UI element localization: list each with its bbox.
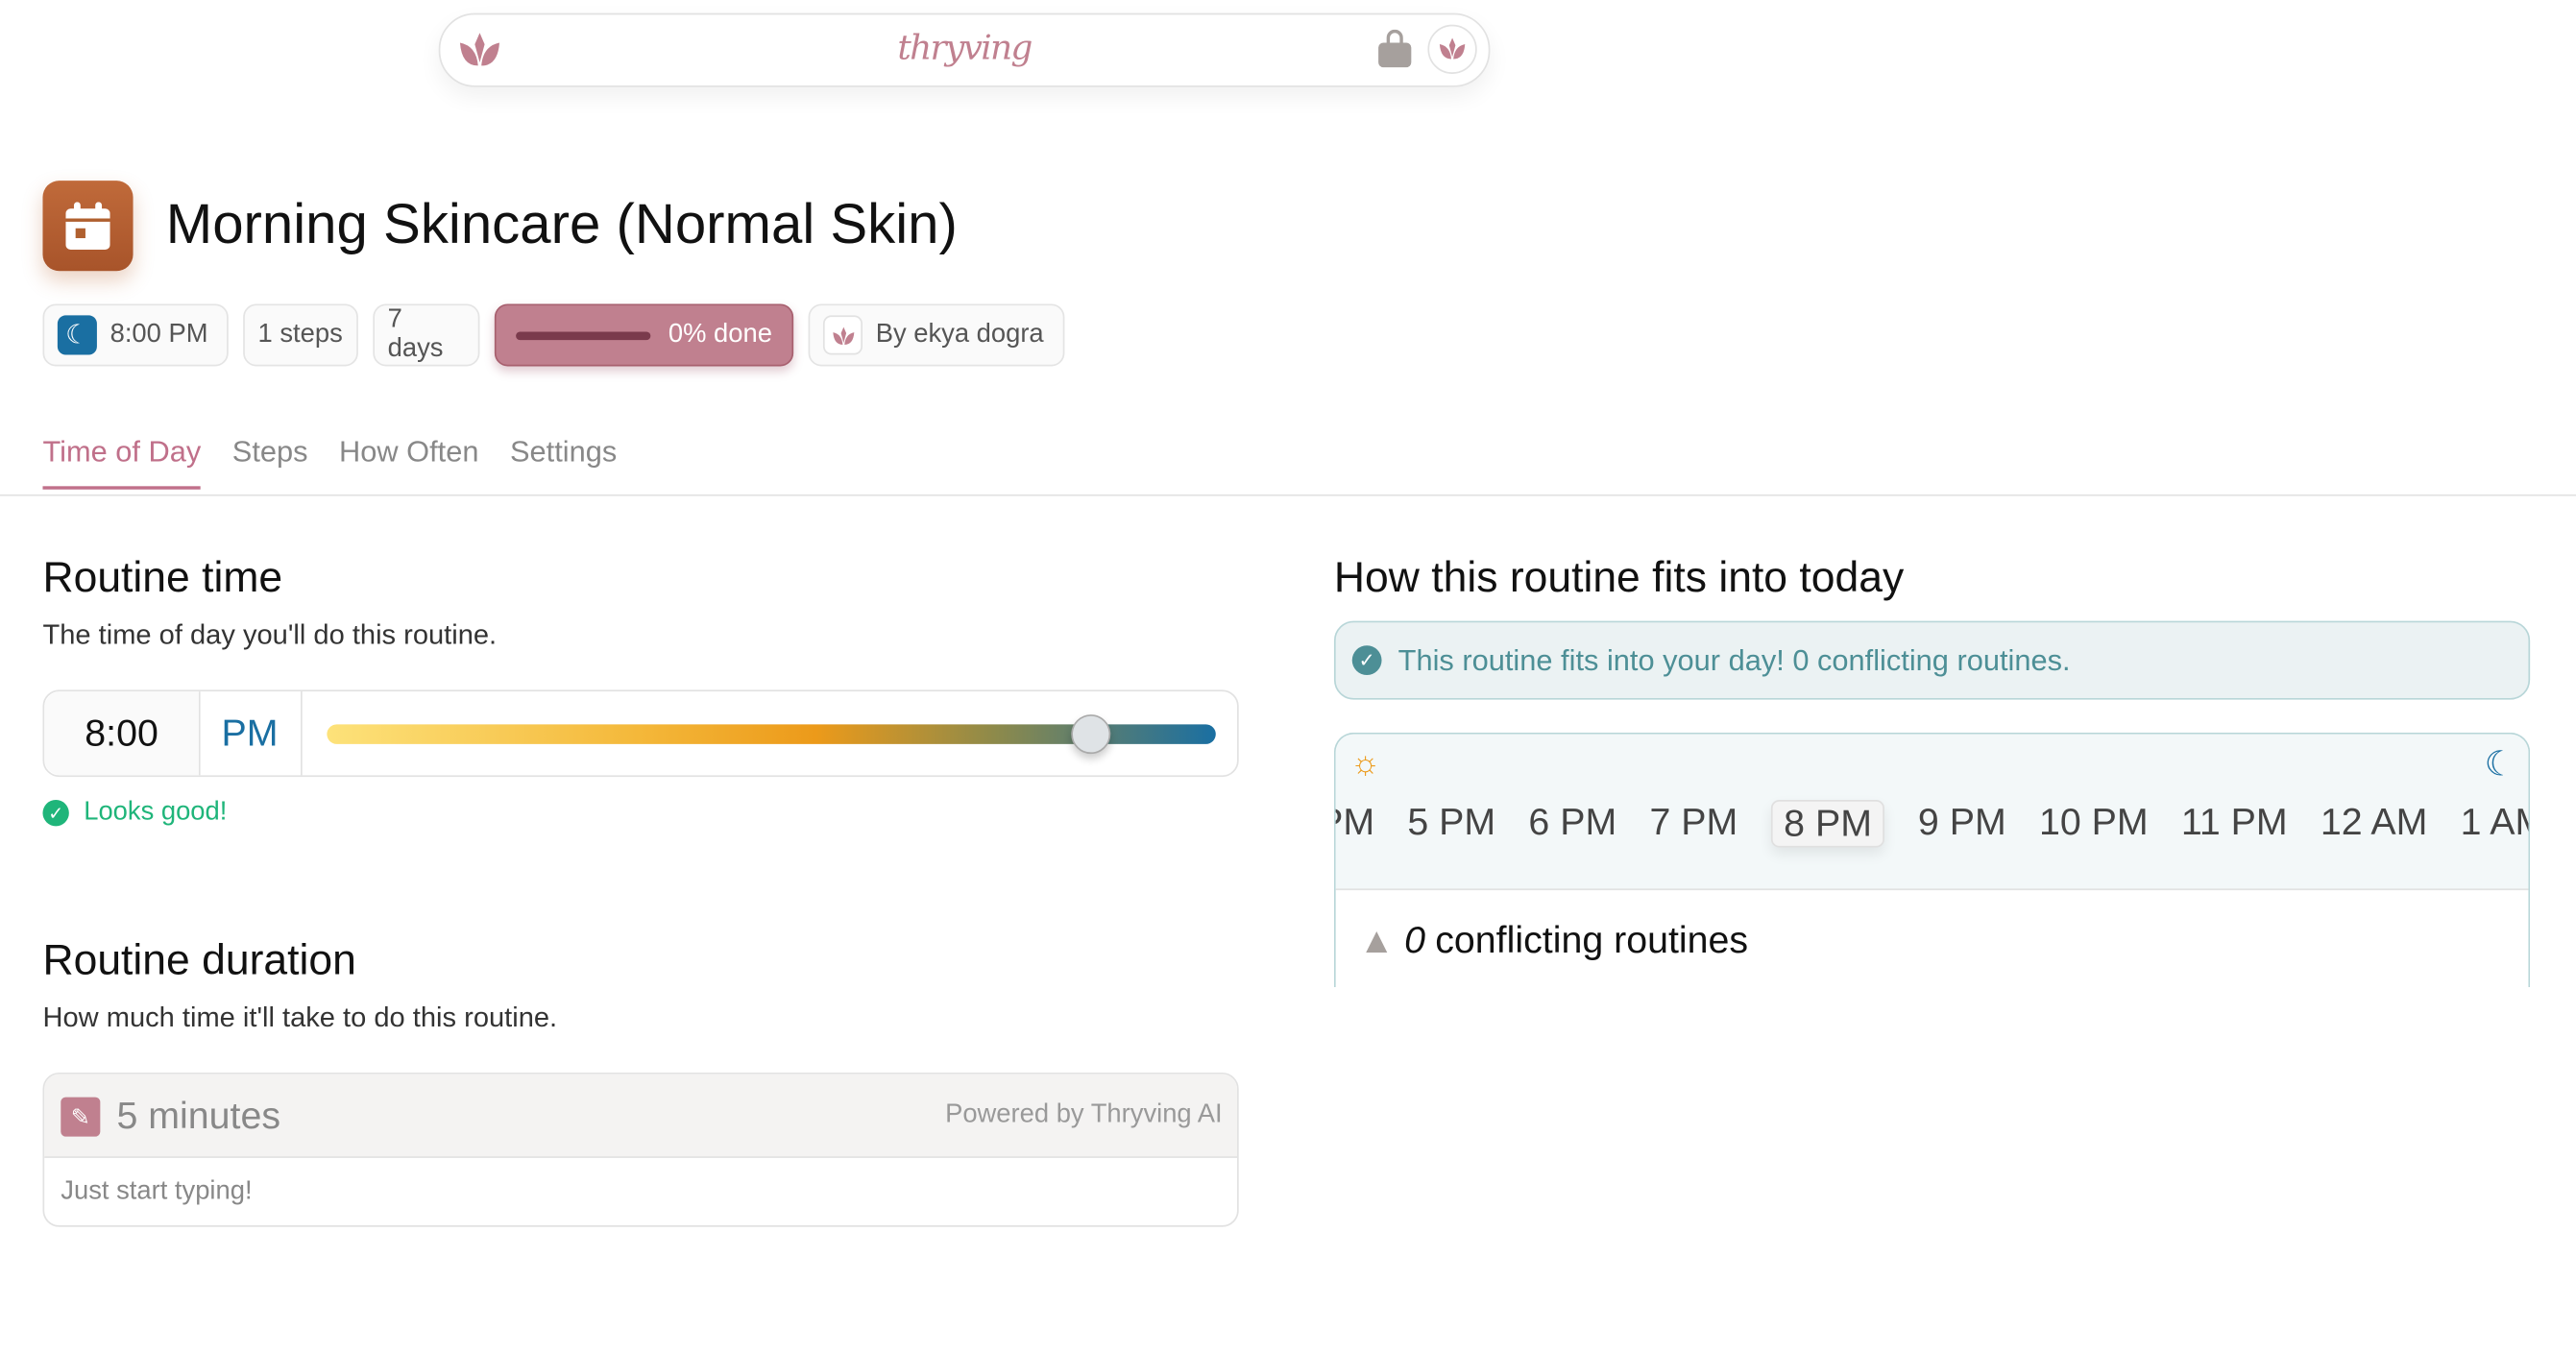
duration-header: ✎ 5 minutes Powered by Thryving AI: [44, 1074, 1238, 1158]
duration-value: 5 minutes: [116, 1094, 281, 1137]
tab-time-of-day[interactable]: Time of Day: [42, 435, 202, 490]
routine-time-heading: Routine time: [42, 551, 283, 602]
hour-label[interactable]: 1 AM: [2461, 800, 2529, 848]
calendar-icon: [65, 202, 110, 250]
sun-icon: ☼: [1350, 745, 1381, 783]
time-input[interactable]: 8:00: [44, 691, 201, 776]
conflicts-label: conflicting routines: [1435, 918, 1749, 961]
progress-label: 0% done: [668, 320, 772, 349]
routine-icon: [42, 181, 134, 272]
shopping-bag-icon[interactable]: [1376, 29, 1413, 69]
hour-label[interactable]: 5 PM: [1407, 800, 1495, 848]
time-status: ✓ Looks good!: [42, 798, 227, 828]
time-picker: 8:00 PM: [42, 689, 1239, 778]
slider-thumb[interactable]: [1070, 714, 1110, 755]
top-nav-bar: thryving: [438, 12, 1491, 87]
conflicts-count: 0: [1404, 918, 1425, 961]
fit-heading: How this routine fits into today: [1333, 551, 1905, 602]
avatar[interactable]: [1427, 24, 1477, 74]
progress-bar: [516, 330, 651, 340]
hour-label[interactable]: 7 PM: [1649, 800, 1738, 848]
warning-icon: ▲: [1358, 919, 1395, 960]
routine-duration-subtitle: How much time it'll take to do this rout…: [42, 1002, 558, 1033]
steps-pill-label: 1 steps: [257, 320, 343, 349]
hour-label[interactable]: 6 PM: [1528, 800, 1616, 848]
time-pill-label: 8:00 PM: [109, 320, 208, 349]
tab-bar: Time of Day Steps How Often Settings: [42, 435, 617, 490]
tab-steps[interactable]: Steps: [232, 435, 308, 489]
moon-icon: ☾: [57, 315, 97, 355]
lotus-icon: [1439, 37, 1466, 60]
author-label: By ekya dogra: [875, 320, 1044, 349]
check-circle-icon: ✓: [42, 800, 69, 827]
days-pill[interactable]: 7 days: [373, 303, 480, 367]
hour-label[interactable]: 11 PM: [2181, 800, 2288, 848]
progress-pill[interactable]: 0% done: [494, 303, 794, 367]
hour-label[interactable]: 10 PM: [2039, 800, 2149, 848]
hour-scroller[interactable]: 4 PM 5 PM 6 PM 7 PM 8 PM 9 PM 10 PM 11 PM 12 AM 1…: [1336, 800, 2529, 848]
powered-by-label: Powered by Thryving AI: [945, 1100, 1223, 1129]
divider: [0, 494, 2576, 496]
routine-time-subtitle: The time of day you'll do this routine.: [42, 618, 498, 651]
moon-icon: ☾: [2484, 745, 2515, 784]
fit-banner: ✓ This routine fits into your day! 0 con…: [1333, 620, 2531, 700]
routine-duration-heading: Routine duration: [42, 934, 356, 984]
days-pill-label: 7 days: [387, 305, 444, 364]
tab-how-often[interactable]: How Often: [339, 435, 478, 489]
conflicts-summary: ▲ 0 conflicting routines: [1359, 918, 1749, 962]
fit-banner-text: This routine fits into your day! 0 confl…: [1397, 643, 2071, 677]
ampm-toggle[interactable]: PM: [199, 691, 303, 776]
day-timeline: ☼ ☾ 4 PM 5 PM 6 PM 7 PM 8 PM 9 PM 10 PM 11 PM 12…: [1333, 732, 2531, 988]
time-slider[interactable]: [327, 714, 1216, 755]
lotus-icon: [822, 315, 863, 355]
duration-box: ✎ 5 minutes Powered by Thryving AI Just …: [42, 1072, 1239, 1227]
pencil-icon: ✎: [61, 1097, 101, 1137]
page-title: Morning Skincare (Normal Skin): [165, 193, 958, 256]
steps-pill[interactable]: 1 steps: [243, 303, 358, 367]
author-pill[interactable]: By ekya dogra: [808, 303, 1065, 367]
thryving-logo[interactable]: thryving: [440, 28, 1488, 67]
duration-input[interactable]: Just start typing!: [61, 1177, 252, 1207]
tab-settings[interactable]: Settings: [510, 435, 617, 489]
hour-label[interactable]: 12 AM: [2321, 800, 2428, 848]
status-text: Looks good!: [84, 798, 228, 827]
time-pill[interactable]: ☾ 8:00 PM: [42, 303, 229, 367]
hour-label[interactable]: 9 PM: [1918, 800, 2006, 848]
hour-label-selected[interactable]: 8 PM: [1770, 800, 1885, 848]
hour-label[interactable]: 4 PM: [1336, 800, 1375, 848]
check-circle-icon: ✓: [1351, 645, 1382, 676]
